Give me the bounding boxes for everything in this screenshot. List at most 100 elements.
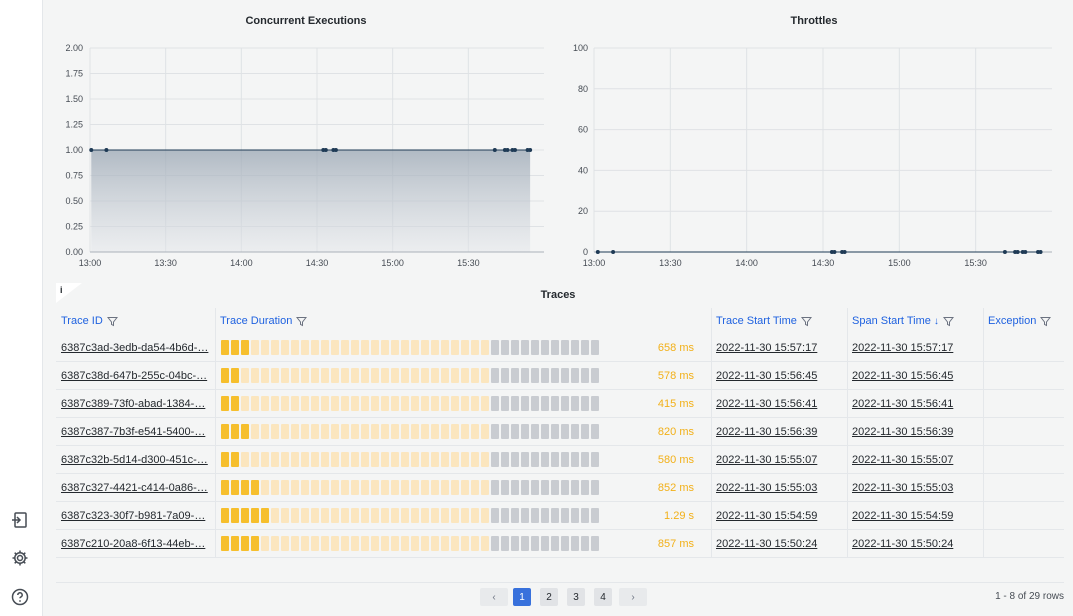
data-point[interactable]	[104, 148, 109, 152]
table-row[interactable]: 6387c323-30f7-b981-7a09-… 1.29 s 2022-11-3…	[56, 502, 1064, 530]
sign-in-icon[interactable]	[10, 510, 30, 530]
trace-start-link[interactable]: 2022-11-30 15:57:17	[716, 342, 817, 354]
trace-start-link[interactable]: 2022-11-30 15:55:07	[716, 454, 817, 466]
traces-title: Traces	[540, 289, 576, 301]
trace-id-link[interactable]: 6387c389-73f0-abad-1384-…	[61, 398, 205, 410]
data-point[interactable]	[1002, 250, 1007, 254]
span-start-link[interactable]: 2022-11-30 15:57:17	[852, 342, 953, 354]
trace-start-cell: 2022-11-30 15:55:03	[711, 474, 847, 502]
filter-icon[interactable]	[296, 316, 308, 327]
trace-start-link[interactable]: 2022-11-30 15:55:03	[716, 482, 817, 494]
trace-id-link[interactable]: 6387c3ad-3edb-da54-4b6d-…	[61, 342, 208, 354]
trace-start-link[interactable]: 2022-11-30 15:56:39	[716, 426, 817, 438]
trace-start-link[interactable]: 2022-11-30 15:56:45	[716, 370, 817, 382]
column-header-trace-duration[interactable]: Trace Duration	[215, 308, 711, 334]
duration-value: 415 ms	[657, 398, 694, 410]
data-point[interactable]	[323, 148, 328, 152]
duration-bar-segment	[411, 396, 419, 411]
trace-id-link[interactable]: 6387c210-20a8-6f13-44eb-…	[61, 538, 205, 550]
duration-bar-segment	[381, 508, 389, 523]
page-1-button[interactable]: 1	[513, 588, 531, 606]
span-start-link[interactable]: 2022-11-30 15:56:39	[852, 426, 953, 438]
span-start-link[interactable]: 2022-11-30 15:56:45	[852, 370, 953, 382]
span-start-link[interactable]: 2022-11-30 15:55:07	[852, 454, 953, 466]
page-2-button[interactable]: 2	[540, 588, 558, 606]
data-point[interactable]	[89, 148, 94, 152]
data-point[interactable]	[492, 148, 497, 152]
span-start-cell: 2022-11-30 15:55:03	[847, 474, 983, 502]
duration-bar-segment	[591, 452, 599, 467]
duration-value: 580 ms	[657, 454, 694, 466]
duration-bar-segment	[541, 396, 549, 411]
data-point[interactable]	[595, 250, 600, 254]
page-4-button[interactable]: 4	[594, 588, 612, 606]
filter-icon[interactable]	[800, 316, 812, 327]
column-header-span-start-time[interactable]: Span Start Time ↓	[847, 308, 983, 334]
duration-bar-segment	[241, 536, 249, 551]
data-point[interactable]	[505, 148, 510, 152]
duration-bar-segment	[431, 396, 439, 411]
table-row[interactable]: 6387c3ad-3edb-da54-4b6d-… 658 ms 2022-11-3…	[56, 334, 1064, 362]
span-start-link[interactable]: 2022-11-30 15:56:41	[852, 398, 953, 410]
data-point[interactable]	[842, 250, 847, 254]
duration-bar-segment	[371, 396, 379, 411]
table-row[interactable]: 6387c210-20a8-6f13-44eb-… 857 ms 2022-11-3…	[56, 530, 1064, 558]
span-start-cell: 2022-11-30 15:56:39	[847, 418, 983, 446]
gear-icon[interactable]	[10, 548, 30, 568]
duration-bar	[221, 396, 601, 412]
duration-bar-segment	[481, 480, 489, 495]
span-start-link[interactable]: 2022-11-30 15:50:24	[852, 538, 953, 550]
filter-icon[interactable]	[1040, 316, 1052, 327]
trace-id-link[interactable]: 6387c32b-5d14-d300-451c-…	[61, 454, 208, 466]
data-point[interactable]	[333, 148, 338, 152]
data-point[interactable]	[1023, 250, 1028, 254]
table-row[interactable]: 6387c327-4421-c414-0a86-… 852 ms 2022-11-3…	[56, 474, 1064, 502]
duration-bar-segment	[261, 452, 269, 467]
trace-id-link[interactable]: 6387c323-30f7-b981-7a09-…	[61, 510, 205, 522]
next-page-button[interactable]: ›	[619, 588, 647, 606]
data-point[interactable]	[611, 250, 616, 254]
duration-bar-segment	[271, 452, 279, 467]
help-icon[interactable]	[10, 587, 30, 607]
duration-bar-segment	[271, 508, 279, 523]
filter-icon[interactable]	[106, 316, 118, 327]
table-row[interactable]: 6387c389-73f0-abad-1384-… 415 ms 2022-11-3…	[56, 390, 1064, 418]
filter-icon[interactable]	[942, 316, 954, 327]
duration-bar-segment	[451, 536, 459, 551]
trace-start-link[interactable]: 2022-11-30 15:54:59	[716, 510, 817, 522]
duration-bar-segment	[571, 368, 579, 383]
column-header-trace-start-time[interactable]: Trace Start Time	[711, 308, 847, 334]
data-point[interactable]	[832, 250, 837, 254]
span-start-link[interactable]: 2022-11-30 15:55:03	[852, 482, 953, 494]
series-area	[91, 150, 531, 252]
column-header-trace-id[interactable]: Trace ID	[56, 308, 215, 334]
duration-bar-segment	[221, 480, 229, 495]
trace-start-link[interactable]: 2022-11-30 15:50:24	[716, 538, 817, 550]
duration-bar-segment	[361, 340, 369, 355]
duration-bar-segment	[321, 396, 329, 411]
table-row[interactable]: 6387c387-7b3f-e541-5400-… 820 ms 2022-11-3…	[56, 418, 1064, 446]
duration-bar-segment	[441, 340, 449, 355]
duration-bar	[221, 536, 601, 552]
trace-id-link[interactable]: 6387c38d-647b-255c-04bc-…	[61, 370, 207, 382]
duration-bar-segment	[501, 340, 509, 355]
span-start-link[interactable]: 2022-11-30 15:54:59	[852, 510, 953, 522]
trace-start-cell: 2022-11-30 15:55:07	[711, 446, 847, 474]
data-point[interactable]	[1038, 250, 1043, 254]
span-start-cell: 2022-11-30 15:54:59	[847, 502, 983, 530]
trace-id-link[interactable]: 6387c327-4421-c414-0a86-…	[61, 482, 208, 494]
duration-bar	[221, 368, 601, 384]
duration-bar-segment	[491, 536, 499, 551]
data-point[interactable]	[528, 148, 533, 152]
duration-bar-segment	[431, 480, 439, 495]
trace-start-link[interactable]: 2022-11-30 15:56:41	[716, 398, 817, 410]
duration-bar-segment	[441, 452, 449, 467]
column-header-exception[interactable]: Exception	[983, 308, 1064, 334]
data-point[interactable]	[1015, 250, 1020, 254]
table-row[interactable]: 6387c32b-5d14-d300-451c-… 580 ms 2022-11-3…	[56, 446, 1064, 474]
prev-page-button[interactable]: ‹	[480, 588, 508, 606]
page-3-button[interactable]: 3	[567, 588, 585, 606]
data-point[interactable]	[512, 148, 517, 152]
table-row[interactable]: 6387c38d-647b-255c-04bc-… 578 ms 2022-11-3…	[56, 362, 1064, 390]
trace-id-link[interactable]: 6387c387-7b3f-e541-5400-…	[61, 426, 205, 438]
